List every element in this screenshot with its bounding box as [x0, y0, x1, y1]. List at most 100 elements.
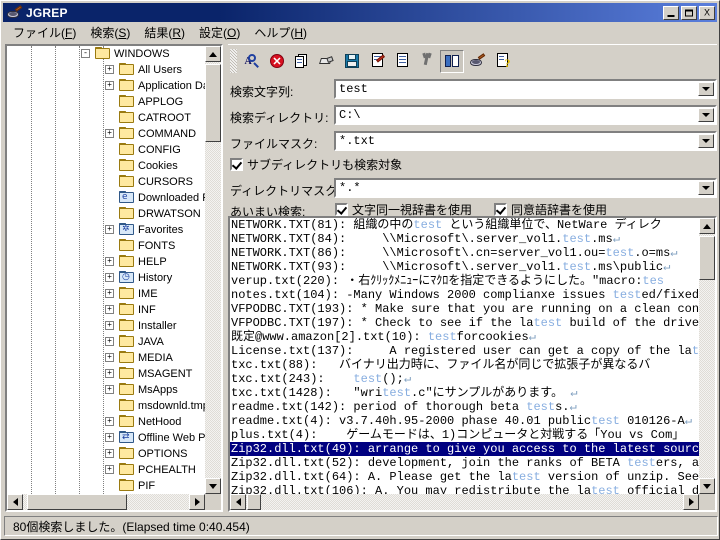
stop-icon[interactable]: ✕ [265, 50, 289, 73]
directory-mask-input[interactable] [336, 180, 715, 196]
save-icon[interactable] [340, 50, 364, 73]
tree-item[interactable]: + NetHood [7, 414, 205, 430]
result-row[interactable]: VFPODBC.TXT(193): * Make sure that you a… [230, 302, 699, 316]
result-row[interactable]: txc.txt(88): バイナリ出力時に、ファイル名が同じで拡張子が異なるバ [230, 358, 699, 372]
result-row[interactable]: NETWORK.TXT(86): \\Microsoft\.cn=server_… [230, 246, 699, 260]
tree-expand-icon[interactable]: + [105, 305, 114, 314]
file-mask-combo[interactable] [334, 131, 717, 151]
directory-tree[interactable]: - WINDOWS + All Users + Application Dat APPLOG… [7, 46, 205, 494]
result-row[interactable]: Zip32.dll.txt(106): A. You may redistrib… [230, 484, 699, 494]
file-mask-dropdown-arrow[interactable] [698, 134, 714, 148]
tree-expand-icon[interactable]: + [105, 65, 114, 74]
tree-expand-icon[interactable]: + [105, 257, 114, 266]
results-vscroll-thumb[interactable] [699, 236, 715, 280]
fuzzy-synonym-dict-checkbox-box[interactable] [494, 203, 507, 216]
tree-scroll-up-button[interactable] [205, 46, 221, 62]
directory-mask-combo[interactable] [334, 178, 717, 198]
tree-item[interactable]: + ✲ Favorites [7, 222, 205, 238]
tree-scroll-down-button[interactable] [205, 478, 221, 494]
tree-scroll-right-button[interactable] [189, 494, 205, 510]
tree-item[interactable]: CATROOT [7, 110, 205, 126]
tree-expand-icon[interactable]: + [105, 289, 114, 298]
tree-item[interactable]: Cookies [7, 158, 205, 174]
tree-item[interactable]: + All Users [7, 62, 205, 78]
results-list[interactable]: NETWORK.TXT(81): 組織の中のtest という組織単位で、NetW… [230, 218, 699, 494]
split-view-icon[interactable] [440, 49, 464, 73]
subdirectory-checkbox-box[interactable] [230, 158, 243, 171]
results-scroll-up-button[interactable] [699, 218, 715, 234]
fuzzy-char-dict-checkbox-box[interactable] [335, 203, 348, 216]
search-string-input[interactable] [336, 81, 715, 97]
tree-item[interactable]: + ⇄ Offline Web Pa [7, 430, 205, 446]
tree-item[interactable]: + IME [7, 286, 205, 302]
search-directory-combo[interactable] [334, 105, 717, 125]
tree-item[interactable]: - WINDOWS [7, 46, 205, 62]
tree-expand-icon[interactable]: + [105, 433, 114, 442]
menu-item-search[interactable]: 検索(S) [83, 22, 137, 44]
tree-item[interactable]: + JAVA [7, 334, 205, 350]
tree-expand-icon[interactable]: + [105, 385, 114, 394]
tree-item[interactable]: + ◷ History [7, 270, 205, 286]
search-icon[interactable]: A [240, 50, 264, 73]
result-row[interactable]: readme.txt(142): period of thorough beta… [230, 400, 699, 414]
tree-vertical-scrollbar[interactable] [205, 46, 221, 494]
tree-item[interactable]: + OPTIONS [7, 446, 205, 462]
search-directory-dropdown-arrow[interactable] [698, 108, 714, 122]
result-row[interactable]: txc.txt(1428): "writest.c"にサンプルがあります。 ↵ [230, 386, 699, 400]
result-row[interactable]: NETWORK.TXT(84): \\Microsoft\.server_vol… [230, 232, 699, 246]
result-row[interactable]: NETWORK.TXT(81): 組織の中のtest という組織単位で、NetW… [230, 218, 699, 232]
tree-collapse-icon[interactable]: - [81, 49, 90, 58]
result-row[interactable]: txc.txt(243): test();↵ [230, 372, 699, 386]
results-panel[interactable]: NETWORK.TXT(81): 組織の中のtest という組織単位で、NetW… [228, 216, 717, 512]
tree-expand-icon[interactable]: + [105, 353, 114, 362]
directory-mask-dropdown-arrow[interactable] [698, 181, 714, 195]
document-icon[interactable] [390, 50, 414, 73]
close-button[interactable]: X [699, 5, 715, 20]
tree-horizontal-scrollbar[interactable] [7, 494, 205, 510]
tree-item[interactable]: PIF [7, 478, 205, 494]
tree-expand-icon[interactable]: + [105, 465, 114, 474]
wrench-icon[interactable] [415, 50, 439, 73]
about-icon[interactable] [465, 50, 489, 73]
menu-item-setting[interactable]: 設定(O) [192, 22, 247, 44]
tree-expand-icon[interactable]: + [105, 337, 114, 346]
tree-item[interactable]: APPLOG [7, 94, 205, 110]
tree-vscroll-thumb[interactable] [205, 64, 221, 142]
tree-item[interactable]: + MSAGENT [7, 366, 205, 382]
results-horizontal-scrollbar[interactable] [230, 494, 699, 510]
results-scroll-down-button[interactable] [699, 478, 715, 494]
result-row-selected[interactable]: Zip32.dll.txt(49): arrange to give you a… [230, 442, 699, 456]
copy-icon[interactable] [290, 50, 314, 73]
tree-item[interactable]: CURSORS [7, 174, 205, 190]
tree-hscroll-thumb[interactable] [27, 494, 127, 510]
result-row[interactable]: Zip32.dll.txt(64): A. Please get the lat… [230, 470, 699, 484]
search-string-dropdown-arrow[interactable] [698, 82, 714, 96]
results-scroll-left-button[interactable] [230, 494, 246, 510]
results-hscroll-thumb[interactable] [247, 494, 261, 510]
tree-item[interactable]: + MEDIA [7, 350, 205, 366]
tree-expand-icon[interactable]: + [105, 225, 114, 234]
tree-expand-icon[interactable]: + [105, 369, 114, 378]
results-scroll-right-button[interactable] [683, 494, 699, 510]
menu-item-file[interactable]: ファイル(F) [6, 22, 83, 44]
tree-item[interactable]: + Installer [7, 318, 205, 334]
tree-scroll-left-button[interactable] [7, 494, 23, 510]
minimize-button[interactable] [663, 5, 679, 20]
search-directory-input[interactable] [336, 107, 715, 123]
tree-item[interactable]: + Application Dat [7, 78, 205, 94]
tree-item[interactable]: + INF [7, 302, 205, 318]
help-icon[interactable]: ? [490, 50, 514, 73]
search-string-combo[interactable] [334, 79, 717, 99]
directory-tree-panel[interactable]: - WINDOWS + All Users + Application Dat APPLOG… [5, 44, 223, 512]
tree-item[interactable]: + HELP [7, 254, 205, 270]
tree-item[interactable]: DRWATSON [7, 206, 205, 222]
document-edit-icon[interactable] [365, 50, 389, 73]
tree-expand-icon[interactable]: + [105, 129, 114, 138]
tree-expand-icon[interactable]: + [105, 81, 114, 90]
tree-item[interactable]: FONTS [7, 238, 205, 254]
result-row[interactable]: verup.txt(220): ・右ｸﾘｯｸﾒﾆｭｰにﾏｸﾛを指定できるようにし… [230, 274, 699, 288]
result-row[interactable]: plus.txt(4): ゲームモードは、1)コンピュータと対戦する「You v… [230, 428, 699, 442]
tree-item[interactable]: eDownloaded Pr [7, 190, 205, 206]
results-vertical-scrollbar[interactable] [699, 218, 715, 494]
subdirectory-checkbox[interactable]: サブディレクトリも検索対象 [230, 156, 402, 173]
